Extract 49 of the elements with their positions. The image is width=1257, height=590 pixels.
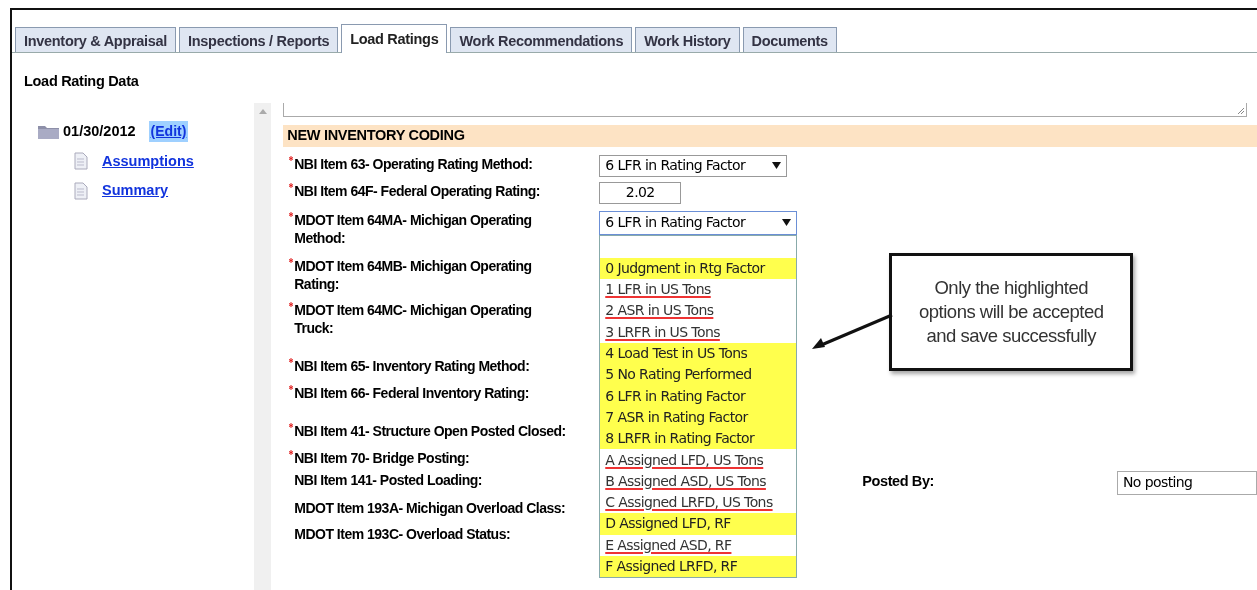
tab[interactable]: Inventory & Appraisal <box>15 27 177 52</box>
field-label: NBI Item 41- Structure Open Posted Closed: <box>294 421 566 440</box>
tab[interactable]: Load Ratings <box>341 24 448 53</box>
dropdown-option[interactable]: 2 ASR in US Tons <box>605 300 714 322</box>
field-label: NBI Item 64F- Federal Operating Rating: <box>294 181 540 200</box>
tab[interactable]: Work Recommendations <box>450 27 633 52</box>
callout-box: Only the highlighted options will be accepted and save successfully <box>889 252 1134 371</box>
section-header: NEW INVENTORY CODING <box>283 124 1257 147</box>
field-label: Posted By: <box>862 471 934 491</box>
folder-icon <box>38 124 60 140</box>
select-value: 6 LFR in Rating Factor <box>605 213 746 233</box>
resize-grip-icon[interactable] <box>1237 106 1245 115</box>
page-title: Load Rating Data <box>24 72 139 91</box>
tree-link[interactable]: Assumptions <box>102 150 194 173</box>
tree-link[interactable]: Summary <box>102 180 169 202</box>
text-area[interactable] <box>283 102 1247 117</box>
tab[interactable]: Work History <box>635 27 740 52</box>
select-value: 6 LFR in Rating Factor <box>605 156 746 176</box>
tab[interactable]: Inspections / Reports <box>179 27 339 52</box>
field-label: NBI Item 63- Operating Rating Method: <box>294 154 533 173</box>
select-field[interactable]: 6 LFR in Rating Factor <box>599 210 798 235</box>
dropdown-option[interactable]: C Assigned LRFD, US Tons <box>605 492 773 514</box>
field-label: MDOT Item 64MB- Michigan Operating Rating: <box>294 256 533 293</box>
input-field[interactable]: 2.02 <box>599 181 682 204</box>
dropdown-option[interactable]: B Assigned ASD, US Tons <box>605 470 766 492</box>
field-label: MDOT Item 64MA- Michigan Operating Method: <box>294 210 533 247</box>
tab[interactable]: Documents <box>742 27 837 52</box>
field-label: NBI Item 66- Federal Inventory Rating: <box>294 383 529 402</box>
scrollbar[interactable] <box>253 102 272 590</box>
dropdown-option[interactable]: 3 LRFR in US Tons <box>605 321 720 343</box>
field-label: NBI Item 141- Posted Loading: <box>294 470 482 489</box>
select-field[interactable]: 6 LFR in Rating Factor <box>599 154 788 177</box>
select-field[interactable]: No posting <box>1117 470 1257 495</box>
field-label: MDOT Item 193A- Michigan Overload Class: <box>294 498 566 517</box>
dropdown-option[interactable]: A Assigned LFD, US Tons <box>605 449 764 471</box>
field-label: NBI Item 70- Bridge Posting: <box>294 448 470 467</box>
dropdown-option[interactable]: 1 LFR in US Tons <box>605 279 711 301</box>
caret-icon <box>782 219 792 227</box>
field-label: MDOT Item 64MC- Michigan Operating Truck: <box>294 300 533 337</box>
field-label: MDOT Item 193C- Overload Status: <box>294 524 511 543</box>
scroll-up-icon[interactable] <box>258 108 267 114</box>
tree-date: 01/30/2012 <box>63 121 136 141</box>
document-icon <box>74 152 88 171</box>
caret-icon <box>772 162 782 170</box>
arrow-icon <box>811 312 894 351</box>
document-icon <box>74 182 88 201</box>
dropdown-option[interactable]: E Assigned ASD, RF <box>605 534 732 556</box>
edit-link[interactable]: (Edit) <box>148 121 189 143</box>
field-label: NBI Item 65- Inventory Rating Method: <box>294 356 530 375</box>
